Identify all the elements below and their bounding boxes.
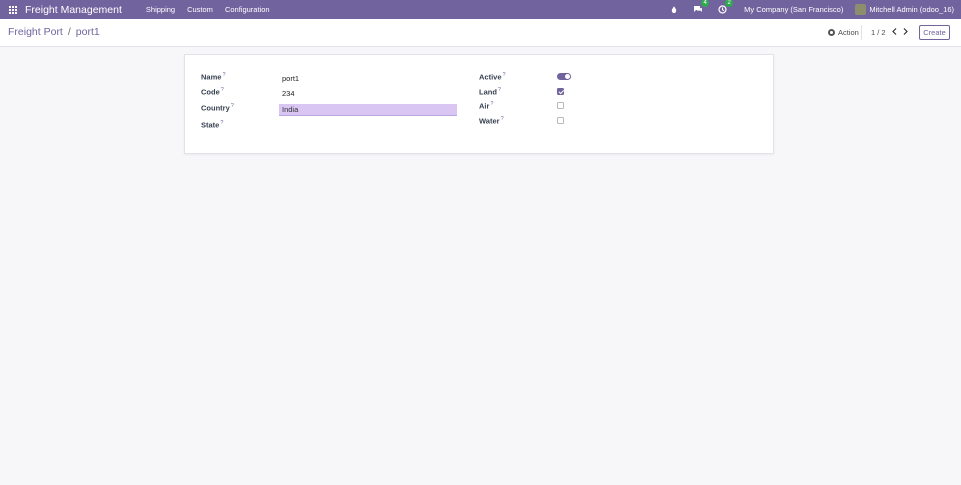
breadcrumb-parent-link[interactable]: Freight Port (8, 26, 63, 38)
activities-clock-icon[interactable]: 2 (716, 0, 734, 16)
active-toggle[interactable] (557, 73, 571, 80)
breadcrumb-current: port1 (75, 26, 100, 38)
air-checkbox[interactable] (557, 102, 564, 109)
country-label: Country? (201, 103, 234, 113)
user-menu[interactable]: Mitchell Admin (odoo_16) (869, 5, 954, 14)
menu-item-custom[interactable]: Custom (187, 5, 213, 14)
top-navbar: Freight Management Shipping Custom Confi… (0, 0, 961, 19)
action-menu-button[interactable]: Action (828, 28, 859, 37)
help-tooltip-icon[interactable]: ? (221, 87, 224, 93)
pager-next-button[interactable] (901, 26, 909, 36)
apps-menu-icon[interactable] (9, 5, 17, 14)
water-checkbox[interactable] (557, 117, 564, 124)
main-menu: Shipping Custom Configuration (134, 5, 270, 14)
breadcrumb-separator: / (67, 26, 71, 38)
active-label: Active? (479, 72, 506, 82)
bug-icon[interactable] (668, 4, 680, 16)
control-panel: Freight Port / port1 Action 1 / 2 Create (0, 19, 961, 47)
help-tooltip-icon[interactable]: ? (490, 101, 493, 107)
help-tooltip-icon[interactable]: ? (501, 116, 504, 122)
menu-item-shipping[interactable]: Shipping (146, 5, 175, 14)
chevron-left-icon (891, 27, 896, 35)
user-avatar[interactable] (855, 4, 867, 15)
create-button[interactable]: Create (919, 25, 950, 40)
water-label: Water? (479, 116, 504, 126)
name-label: Name? (201, 72, 226, 82)
systray: 4 2 My Company (San Francisco) Mitchell … (668, 0, 961, 19)
code-field[interactable]: 234 (282, 89, 295, 98)
app-title[interactable]: Freight Management (25, 4, 122, 16)
air-label: Air? (479, 101, 494, 111)
divider (861, 25, 862, 40)
gear-icon (828, 29, 835, 36)
company-switcher[interactable]: My Company (San Francisco) (744, 5, 843, 14)
land-checkbox[interactable] (557, 88, 564, 95)
chevron-right-icon (903, 27, 908, 35)
pager-previous-button[interactable] (890, 26, 898, 36)
messages-icon[interactable]: 4 (692, 0, 710, 16)
messages-count-badge: 4 (701, 0, 710, 7)
code-label: Code? (201, 87, 224, 97)
action-label: Action (838, 28, 859, 37)
name-field[interactable]: port1 (282, 74, 299, 83)
form-sheet: Name? port1 Code? 234 Country? India Sta… (184, 54, 774, 154)
breadcrumb: Freight Port / port1 (8, 26, 100, 38)
pager-value[interactable]: 1 / 2 (871, 28, 886, 37)
menu-item-configuration[interactable]: Configuration (225, 5, 270, 14)
help-tooltip-icon[interactable]: ? (222, 72, 225, 78)
activities-count-badge: 2 (725, 0, 734, 7)
help-tooltip-icon[interactable]: ? (220, 120, 223, 126)
help-tooltip-icon[interactable]: ? (498, 87, 501, 93)
state-label: State? (201, 120, 224, 130)
help-tooltip-icon[interactable]: ? (503, 72, 506, 78)
land-label: Land? (479, 87, 501, 97)
help-tooltip-icon[interactable]: ? (231, 103, 234, 109)
state-field[interactable] (282, 122, 460, 132)
country-field[interactable]: India (279, 104, 457, 116)
